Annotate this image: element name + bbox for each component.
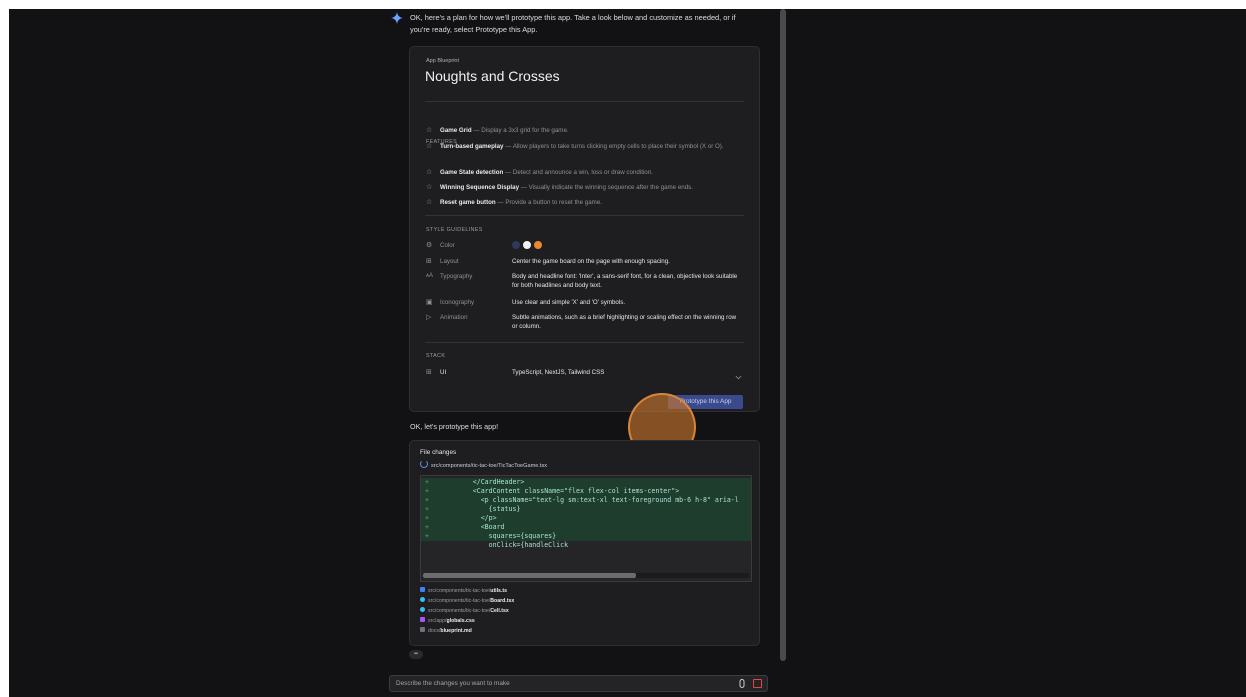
composer-hint-clipped xyxy=(391,691,511,695)
star-icon: ☆ xyxy=(426,184,433,191)
blueprint-title: Noughts and Crosses xyxy=(425,68,560,84)
feature-desc: — Allow players to take turns clicking e… xyxy=(503,143,724,150)
chevron-down-icon[interactable] xyxy=(735,374,742,381)
stack-name: UI xyxy=(440,369,447,376)
style-name: Color xyxy=(440,242,455,249)
feature-item: ☆ Winning Sequence Display — Visually in… xyxy=(426,183,746,192)
current-file-path: src/components/tic-tac-toe/TicTacToeGame… xyxy=(431,463,548,469)
star-icon: ☆ xyxy=(426,169,433,176)
file-changes-title: File changes xyxy=(420,449,457,456)
diff-line: + </p> xyxy=(421,514,751,523)
feature-name: Turn-based gameplay xyxy=(440,143,504,150)
layout-icon: ⊞ xyxy=(426,369,432,376)
blueprint-label: App Blueprint xyxy=(426,58,460,64)
app-blueprint-card: App Blueprint Noughts and Crosses FEATUR… xyxy=(409,46,760,412)
style-value: Body and headline font: 'Inter', a sans-… xyxy=(512,273,738,289)
diff-line: + <p className="text-lg sm:text-xl text-… xyxy=(421,496,751,505)
typescript-file-icon xyxy=(420,587,425,592)
gemini-sparkle-icon xyxy=(391,12,403,24)
feature-desc: — Detect and announce a win, loss or dra… xyxy=(503,169,653,176)
changed-file[interactable]: src/components/tic-tac-toe/Cell.tsx xyxy=(420,607,509,614)
stop-icon[interactable] xyxy=(753,679,762,688)
code-diff-view[interactable]: + </CardHeader> + <CardContent className… xyxy=(420,475,752,582)
style-name: Iconography xyxy=(440,299,475,306)
changed-file[interactable]: src/components/tic-tac-toe/utils.ts xyxy=(420,587,507,594)
feature-name: Game Grid xyxy=(440,127,472,134)
style-name: Typography xyxy=(440,273,473,280)
style-guidelines-heading: STYLE GUIDELINES xyxy=(426,227,483,233)
star-icon: ☆ xyxy=(426,143,433,150)
play-icon: ▷ xyxy=(426,314,432,321)
loading-spinner-icon xyxy=(420,460,428,468)
style-value: Subtle animations, such as a brief highl… xyxy=(512,314,737,330)
color-swatch xyxy=(523,241,531,249)
feature-name: Reset game button xyxy=(440,199,496,206)
feature-name: Game State detection xyxy=(440,169,504,176)
style-value: Center the game board on the page with e… xyxy=(512,258,670,265)
feature-desc: — Provide a button to reset the game. xyxy=(495,199,602,206)
attachment-icon[interactable] xyxy=(738,679,746,688)
style-name: Layout xyxy=(440,258,459,265)
changed-file[interactable]: docs/blueprint.md xyxy=(420,627,472,634)
diff-line: + squares={squares} xyxy=(421,532,751,541)
stack-value: TypeScript, NextJS, Tailwind CSS xyxy=(512,369,605,376)
app-frame: OK, here's a plan for how we'll prototyp… xyxy=(9,9,1246,697)
style-name: Animation xyxy=(440,314,468,321)
assistant-followup: OK, let's prototype this app! xyxy=(410,422,499,431)
feature-desc: — Display a 3x3 grid for the game. xyxy=(471,127,569,134)
assistant-intro-line-2: you're ready, select Prototype this App. xyxy=(410,25,538,34)
feature-item: ☆ Game Grid — Display a 3x3 grid for the… xyxy=(426,126,746,135)
stack-heading: STACK xyxy=(426,353,446,359)
more-options-pill[interactable]: •• xyxy=(409,650,423,659)
feature-name: Winning Sequence Display xyxy=(440,184,520,191)
diff-line: onClick={handleClick xyxy=(441,541,569,549)
feature-item: ☆ Turn-based gameplay — Allow players to… xyxy=(426,142,746,151)
react-file-icon xyxy=(420,607,425,612)
color-swatch xyxy=(512,241,520,249)
feature-desc: — Visually indicate the winning sequence… xyxy=(519,184,693,191)
divider xyxy=(425,342,744,343)
divider xyxy=(425,215,744,216)
changed-file[interactable]: src/app/globals.css xyxy=(420,617,475,624)
diff-line: + {status} xyxy=(421,505,751,514)
diff-line: + <Board xyxy=(421,523,751,532)
feature-item: ☆ Reset game button — Provide a button t… xyxy=(426,198,746,207)
scrollbar-thumb[interactable] xyxy=(423,573,636,578)
diff-line: + </CardHeader> xyxy=(421,478,751,487)
markdown-file-icon xyxy=(420,627,425,632)
star-icon: ☆ xyxy=(426,127,433,134)
horizontal-scrollbar[interactable] xyxy=(423,573,749,578)
vertical-scrollbar[interactable] xyxy=(780,9,786,661)
typography-icon: ᴀA xyxy=(426,273,433,279)
feature-item: ☆ Game State detection — Detect and anno… xyxy=(426,168,746,177)
react-file-icon xyxy=(420,597,425,602)
image-icon: ▣ xyxy=(426,299,433,306)
changed-file[interactable]: src/components/tic-tac-toe/Board.tsx xyxy=(420,597,514,604)
layout-icon: ⊞ xyxy=(426,258,432,265)
current-file: src/components/tic-tac-toe/TicTacToeGame… xyxy=(420,460,547,469)
assistant-intro-line-1: OK, here's a plan for how we'll prototyp… xyxy=(410,13,736,22)
divider xyxy=(425,101,744,102)
prompt-composer xyxy=(389,675,768,692)
css-file-icon xyxy=(420,617,425,622)
file-changes-card: File changes src/components/tic-tac-toe/… xyxy=(409,440,760,646)
palette-icon: ⚙ xyxy=(426,242,433,249)
color-swatch xyxy=(534,241,542,249)
color-swatches xyxy=(512,241,742,250)
diff-line: + <CardContent className="flex flex-col … xyxy=(421,487,751,496)
prompt-input[interactable] xyxy=(396,676,716,691)
star-icon: ☆ xyxy=(426,199,433,206)
style-value: Use clear and simple 'X' and 'O' symbols… xyxy=(512,299,626,306)
